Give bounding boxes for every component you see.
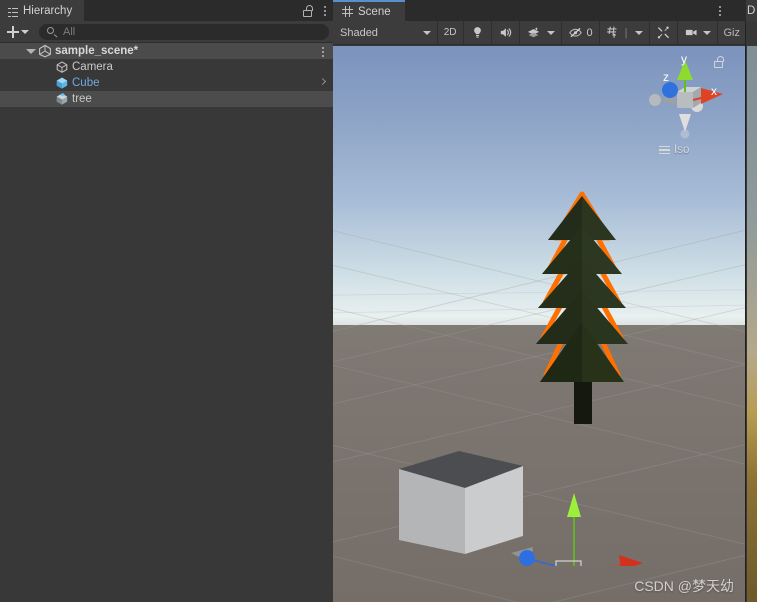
chevron-down-icon <box>21 29 29 34</box>
unity-scene-icon <box>38 44 52 58</box>
plus-icon <box>7 25 19 38</box>
watermark: CSDN @梦天幼 <box>634 578 734 594</box>
gizmo-axis-y-label: y <box>681 52 687 66</box>
gizmo-axis-z-label: z <box>663 70 669 84</box>
draw-mode-label: Shaded <box>340 26 378 39</box>
tools-wrench-icon <box>657 26 669 39</box>
tab-hierarchy[interactable]: Hierarchy <box>0 0 85 21</box>
right-panel: D <box>746 0 757 602</box>
scene-orientation-gizmo[interactable]: z x y Iso <box>639 50 731 160</box>
scene-fx-dropdown[interactable] <box>544 21 562 44</box>
gizmo-axis-x <box>609 564 626 566</box>
tab-scene[interactable]: Scene <box>333 0 405 21</box>
scene-panel: Scene Shaded 2D 0 | Giz z x y Iso CSDN @… <box>333 0 746 602</box>
scene-camera-icon <box>685 29 697 36</box>
view-2d-label: 2D <box>443 27 457 38</box>
tools-button[interactable] <box>650 21 678 44</box>
chevron-down-icon <box>634 30 643 35</box>
hierarchy-row-label: Camera <box>72 61 113 73</box>
hierarchy-toolbar: All <box>0 21 333 43</box>
chevron-down-icon <box>422 30 431 35</box>
hidden-objects-count: 0 <box>586 26 593 39</box>
hidden-objects-button[interactable]: 0 <box>562 21 600 44</box>
speaker-icon <box>500 28 511 37</box>
scene-tabbar: Scene <box>333 0 746 21</box>
tree-object[interactable] <box>518 186 678 456</box>
gizmo-lock-open-icon[interactable] <box>714 56 725 68</box>
scene-kebab-menu-icon[interactable] <box>716 4 724 18</box>
tab-scene-label: Scene <box>358 5 391 18</box>
model-mesh-icon <box>55 92 69 106</box>
iso-bars-icon <box>659 145 670 155</box>
hierarchy-row-cube[interactable]: Cube <box>0 75 333 91</box>
right-panel-tab-label: D <box>747 4 756 17</box>
hierarchy-row-camera[interactable]: Camera <box>0 59 333 75</box>
gizmo-projection-label: Iso <box>674 144 690 156</box>
gizmo-axis-z <box>528 558 559 566</box>
scene-row-kebab-menu-icon[interactable] <box>319 45 327 59</box>
scene-camera-dropdown[interactable] <box>701 21 718 44</box>
hierarchy-row-sample-scene[interactable]: sample_scene* <box>0 43 333 59</box>
search-placeholder: All <box>63 25 76 38</box>
grid-snap-dropdown[interactable]: | <box>623 21 650 44</box>
toggle-lighting-button[interactable] <box>464 21 492 44</box>
gameobject-cube-outline-icon <box>55 60 69 74</box>
gizmo-projection-toggle[interactable]: Iso <box>659 144 689 156</box>
gizmos-label: Giz <box>723 26 741 39</box>
hierarchy-kebab-menu-icon[interactable] <box>321 4 329 18</box>
right-panel-tab[interactable]: D <box>746 0 757 21</box>
hierarchy-row-tree[interactable]: tree <box>0 91 333 107</box>
hierarchy-list-icon <box>8 7 18 17</box>
draw-mode-dropdown[interactable]: Shaded <box>333 21 438 44</box>
hierarchy-row-label: Cube <box>72 77 100 89</box>
gizmo-plane-handle <box>555 560 582 566</box>
transform-move-gizmo[interactable] <box>503 441 663 566</box>
lock-open-icon[interactable] <box>303 4 314 17</box>
chevron-down-icon <box>702 30 711 35</box>
chevron-down-icon <box>546 30 555 35</box>
hierarchy-row-label: sample_scene* <box>55 45 139 57</box>
prefab-cube-blue-icon <box>55 76 69 90</box>
scene-viewport[interactable]: z x y Iso CSDN @梦天幼 <box>333 46 745 602</box>
search-input[interactable]: All <box>39 23 329 40</box>
toggle-2d-button[interactable]: 2D <box>438 21 464 44</box>
scene-grid-icon <box>342 6 353 17</box>
lightbulb-icon <box>473 27 481 38</box>
effects-layers-icon <box>527 27 539 38</box>
hierarchy-panel: Hierarchy All sample_scene* Camera Cube … <box>0 0 333 602</box>
gizmo-axis-x-label: x <box>711 84 717 98</box>
scene-toolbar: Shaded 2D 0 | Giz <box>333 21 746 45</box>
hierarchy-tabbar: Hierarchy <box>0 0 333 21</box>
expand-triangle-icon[interactable] <box>26 48 36 54</box>
tab-hierarchy-label: Hierarchy <box>23 5 73 17</box>
scene-fx-button[interactable] <box>520 21 544 44</box>
create-button[interactable] <box>4 24 32 40</box>
gizmos-button[interactable]: Giz <box>718 21 747 44</box>
grid-snap-button[interactable] <box>600 21 623 44</box>
eye-crossed-icon <box>568 27 582 38</box>
toggle-audio-button[interactable] <box>492 21 520 44</box>
hierarchy-tree: sample_scene* Camera Cube tree <box>0 43 333 107</box>
chevron-right-icon[interactable] <box>318 77 327 86</box>
search-icon <box>47 26 58 38</box>
grid-snap-icon <box>606 26 617 38</box>
right-panel-content <box>747 46 757 602</box>
scene-camera-button[interactable] <box>678 21 701 44</box>
hierarchy-row-label: tree <box>72 93 92 105</box>
